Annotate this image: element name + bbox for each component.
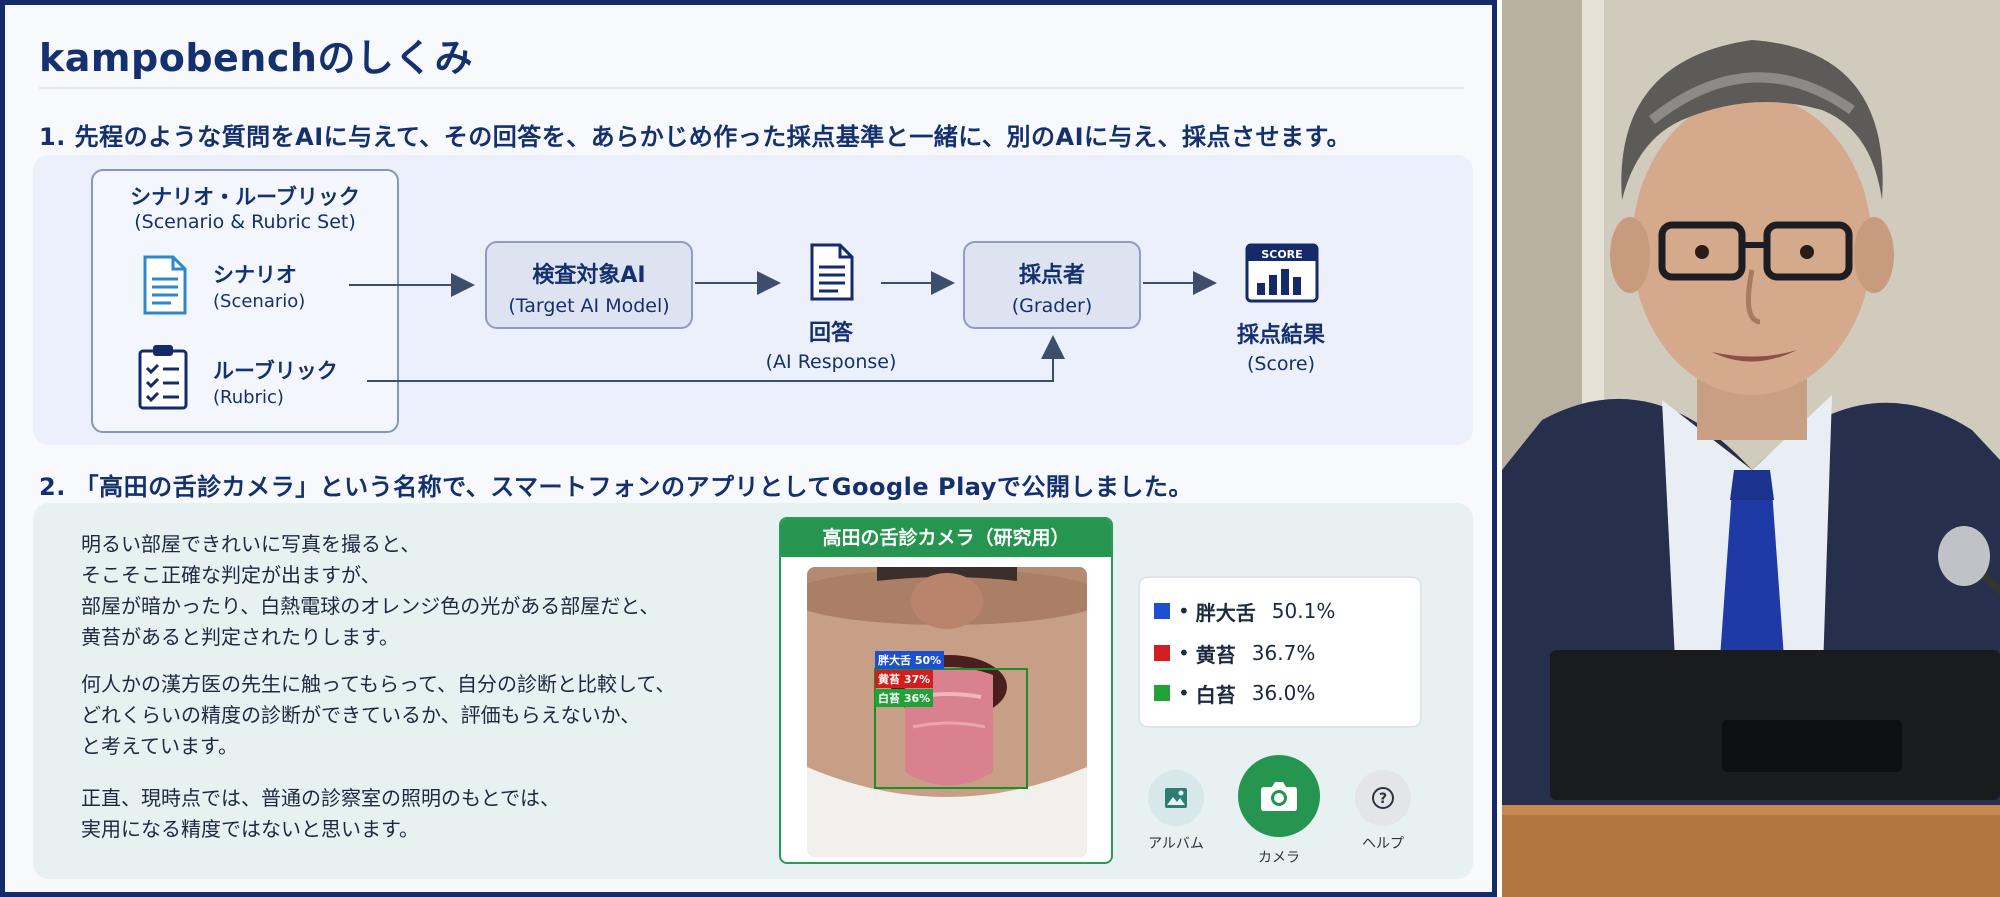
section-2-heading: 2. 「高田の舌診カメラ」という名称で、スマートフォンのアプリとしてGoogle… (39, 473, 1193, 501)
help-label: ヘルプ (1362, 836, 1404, 852)
camera-button[interactable] (1238, 755, 1320, 837)
paragraph-line: 黄苔があると判定されたりします。 (81, 625, 399, 649)
bullet: • (1178, 681, 1190, 705)
response-document-icon (810, 243, 854, 301)
paragraph-line: 正直、現時点では、普通の診察室の照明のもとでは、 (81, 786, 560, 810)
paragraph-line: どれくらいの精度の診断ができているか、評価もらえないか、 (81, 703, 641, 727)
svg-text:?: ? (1379, 791, 1387, 807)
paragraph-line: そこそこ正確な判定が出ますが、 (81, 563, 381, 587)
description-paragraph-1: 明るい部屋できれいに写真を撮ると、 そこそこ正確な判定が出ますが、 部屋が暗かっ… (81, 529, 659, 653)
paragraph-line: と考えています。 (81, 734, 238, 758)
response-caption: 回答 (AI Response) (761, 315, 901, 373)
detection-tag: 黄苔 37% (875, 670, 934, 688)
diagnosis-results: • 胖大舌 50.1% • 黄苔 36.7% • 白苔 36.0% (1138, 576, 1422, 728)
score-icon-text: SCORE (1261, 248, 1302, 261)
paragraph-line: 何人かの漢方医の先生に触ってもらって、自分の診断と比較して、 (81, 672, 676, 696)
legend-swatch (1154, 685, 1170, 701)
grader-node: 採点者 (Grader) (963, 241, 1141, 329)
bullet: • (1178, 641, 1190, 665)
target-ai-label: 検査対象AI (532, 263, 646, 288)
legend-swatch (1154, 603, 1170, 619)
result-value: 36.0% (1251, 681, 1316, 705)
detection-tag: 胖大舌 50% (875, 651, 945, 669)
response-sublabel: (AI Response) (765, 351, 897, 373)
target-ai-node: 検査対象AI (Target AI Model) (485, 241, 693, 329)
help-icon: ? (1372, 787, 1394, 809)
result-name: 黄苔 (1195, 642, 1236, 667)
result-value: 50.1% (1271, 599, 1336, 623)
help-button[interactable]: ? (1355, 770, 1411, 826)
result-row: • 黄苔 36.7% (1154, 638, 1315, 668)
detection-tag: 白苔 36% (875, 689, 934, 707)
tongue-camera-app-card: 高田の舌診カメラ（研究用） 胖大舌 50% 黄苔 37% 白苔 36% (779, 517, 1113, 864)
album-label: アルバム (1148, 836, 1204, 852)
response-label: 回答 (808, 321, 853, 346)
score-label: 採点結果 (1236, 323, 1325, 348)
score-chart-icon: SCORE (1245, 243, 1319, 303)
result-value: 36.7% (1251, 641, 1316, 665)
album-icon (1165, 788, 1187, 808)
grader-label: 採点者 (1018, 263, 1085, 288)
legend-swatch (1154, 645, 1170, 661)
paragraph-line: 実用になる精度ではないと思います。 (81, 817, 419, 841)
camera-icon (1261, 782, 1297, 811)
bullet: • (1178, 599, 1190, 623)
camera-label: カメラ (1258, 850, 1300, 866)
description-paragraph-3: 正直、現時点では、普通の診察室の照明のもとでは、 実用になる精度ではないと思いま… (81, 783, 560, 845)
speaker-photo (1502, 0, 2000, 897)
presentation-slide: kampobenchのしくみ 1. 先程のような質問をAIに与えて、その回答を、… (0, 0, 1497, 897)
result-name: 胖大舌 (1195, 600, 1256, 625)
tongue-photo: 胖大舌 50% 黄苔 37% 白苔 36% (807, 567, 1087, 857)
target-ai-sublabel: (Target AI Model) (508, 295, 670, 317)
paragraph-line: 明るい部屋できれいに写真を撮ると、 (81, 532, 421, 556)
app-header: 高田の舌診カメラ（研究用） (781, 519, 1111, 557)
result-name: 白苔 (1195, 682, 1236, 707)
speaker-illustration (1502, 0, 2000, 897)
description-paragraph-2: 何人かの漢方医の先生に触ってもらって、自分の診断と比較して、 どれくらいの精度の… (81, 669, 675, 762)
face-illustration (807, 567, 1087, 857)
grader-sublabel: (Grader) (1011, 295, 1093, 317)
result-row: • 胖大舌 50.1% (1154, 596, 1335, 626)
result-row: • 白苔 36.0% (1154, 678, 1315, 708)
score-sublabel: (Score) (1246, 353, 1316, 375)
screen: kampobenchのしくみ 1. 先程のような質問をAIに与えて、その回答を、… (0, 0, 2000, 897)
score-caption: 採点結果 (Score) (1211, 317, 1351, 375)
album-button[interactable] (1148, 770, 1204, 826)
paragraph-line: 部屋が暗かったり、白熱電球のオレンジ色の光がある部屋だと、 (81, 594, 660, 618)
